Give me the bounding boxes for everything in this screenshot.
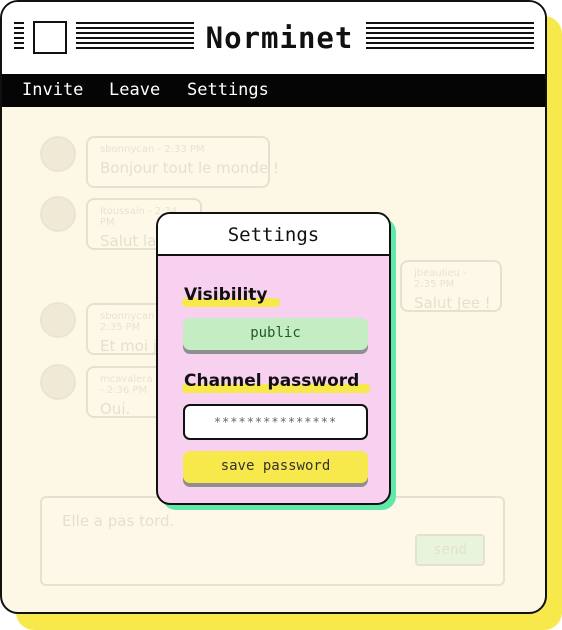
modal-title: Settings: [158, 214, 389, 256]
avatar: [40, 136, 76, 172]
menu-invite[interactable]: Invite: [22, 74, 83, 107]
menu-bar: Invite Leave Settings: [2, 74, 545, 107]
password-input[interactable]: ***************: [183, 404, 368, 440]
title-stripes-left: [76, 22, 194, 52]
message-text: Salut Jee !: [414, 294, 491, 312]
avatar: [40, 196, 76, 232]
title-bar: Norminet: [2, 2, 545, 74]
message-text: Oui.: [100, 400, 131, 418]
message-meta: sbonnycan - 2:33 PM: [100, 144, 205, 155]
menu-leave[interactable]: Leave: [109, 74, 160, 107]
visibility-toggle-button[interactable]: public: [183, 318, 368, 350]
message-text: Bonjour tout le monde !: [100, 159, 279, 177]
password-label: Channel password: [184, 371, 360, 391]
avatar: [40, 302, 76, 338]
title-stripes-right: [366, 22, 534, 52]
message-meta: mcavalera - 2:36 PM: [100, 374, 153, 396]
message-bubble: sbonnycan - 2:33 PM Bonjour tout le mond…: [86, 136, 279, 188]
window-title: Norminet: [202, 16, 357, 60]
hamburger-icon[interactable]: [14, 22, 24, 52]
message-bubble: jbeaulieu - 2:35 PM Salut Jee !: [400, 260, 502, 312]
visibility-label: Visibility: [184, 285, 268, 305]
send-button[interactable]: send: [415, 534, 485, 566]
save-password-button[interactable]: save password: [183, 451, 368, 483]
message-bubble: mcavalera - 2:36 PM Oui.: [86, 366, 166, 418]
avatar: [40, 364, 76, 400]
message-meta: jbeaulieu - 2:35 PM: [414, 268, 467, 290]
close-box-icon[interactable]: [33, 21, 67, 54]
menu-settings[interactable]: Settings: [187, 74, 269, 107]
settings-modal: Settings Visibility public Channel passw…: [156, 212, 391, 505]
composer-text: Elle a pas tord.: [62, 512, 175, 530]
